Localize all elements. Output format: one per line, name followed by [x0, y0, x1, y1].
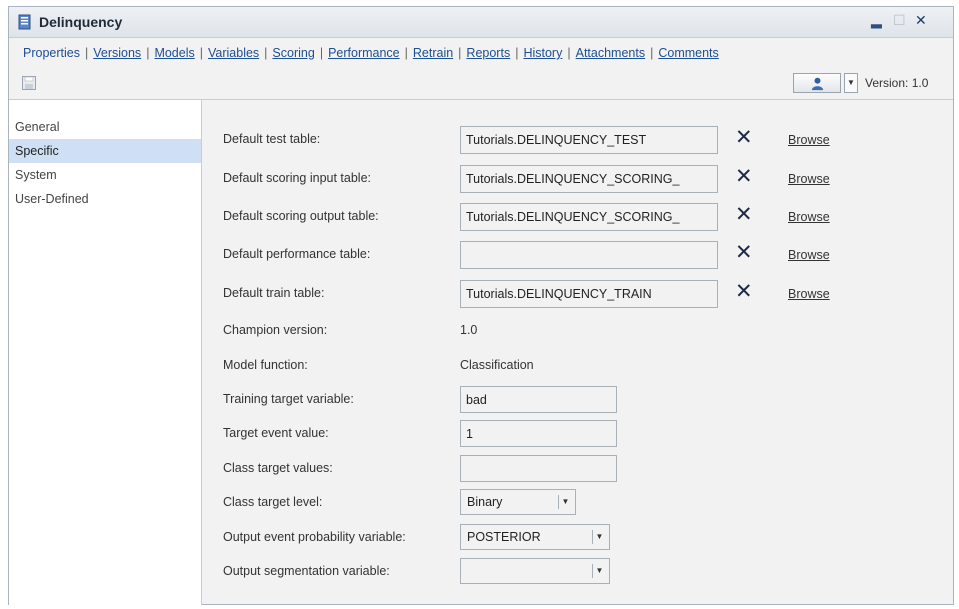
output-event-prob-select[interactable]: POSTERIOR ▼ — [460, 524, 610, 550]
field-label: Default test table: — [223, 132, 321, 146]
window-title: Delinquency — [39, 14, 123, 30]
browse-button[interactable]: Browse — [788, 248, 830, 262]
tab-bar: Properties | Versions | Models | Variables | Sco… — [9, 38, 953, 66]
tab-history[interactable]: History — [523, 46, 562, 60]
field-label: Class target level: — [223, 495, 323, 509]
tab-separator: | — [567, 46, 571, 60]
user-action-button[interactable] — [793, 73, 841, 93]
browse-button[interactable]: Browse — [788, 133, 830, 147]
clear-icon[interactable]: ✕ — [735, 240, 753, 265]
close-icon[interactable]: ✕ — [915, 12, 927, 29]
default-performance-field[interactable] — [460, 241, 718, 269]
sidebar-item-general[interactable]: General — [9, 115, 201, 139]
field-label: Training target variable: — [223, 392, 354, 406]
output-segmentation-select[interactable]: ▼ — [460, 558, 610, 584]
tab-retrain[interactable]: Retrain — [413, 46, 453, 60]
training-target-field[interactable]: bad — [460, 386, 617, 413]
select-value: Binary — [467, 495, 503, 509]
tab-models[interactable]: Models — [154, 46, 194, 60]
browse-button[interactable]: Browse — [788, 210, 830, 224]
tab-separator: | — [264, 46, 268, 60]
field-label: Class target values: — [223, 461, 333, 475]
tab-separator: | — [146, 46, 150, 60]
tab-reports[interactable]: Reports — [466, 46, 510, 60]
tab-properties[interactable]: Properties — [23, 46, 80, 60]
default-scoring-output-field[interactable]: Tutorials.DELINQUENCY_SCORING_ — [460, 203, 718, 231]
field-label: Model function: — [223, 358, 308, 372]
class-target-level-select[interactable]: Binary ▼ — [460, 489, 576, 515]
field-label: Default scoring output table: — [223, 209, 379, 223]
sidebar-item-specific[interactable]: Specific — [9, 139, 201, 163]
field-label: Target event value: — [223, 426, 329, 440]
field-label: Default train table: — [223, 286, 325, 300]
tab-separator: | — [404, 46, 408, 60]
field-label: Output event probability variable: — [223, 530, 406, 544]
default-train-field[interactable]: Tutorials.DELINQUENCY_TRAIN — [460, 280, 718, 308]
champion-version-value: 1.0 — [460, 323, 478, 337]
clear-icon[interactable]: ✕ — [735, 164, 753, 189]
target-event-field[interactable]: 1 — [460, 420, 617, 447]
sidebar-item-user-defined[interactable]: User-Defined — [9, 187, 201, 211]
tab-separator: | — [199, 46, 203, 60]
chevron-down-icon: ▼ — [592, 530, 606, 544]
model-function-value: Classification — [460, 358, 534, 372]
tab-versions[interactable]: Versions — [93, 46, 141, 60]
toolbar: ▼ Version: 1.0 — [9, 67, 953, 100]
default-scoring-input-field[interactable]: Tutorials.DELINQUENCY_SCORING_ — [460, 165, 718, 193]
maximize-icon[interactable]: ☐ — [893, 12, 906, 29]
tab-separator: | — [458, 46, 462, 60]
field-label: Default performance table: — [223, 247, 371, 261]
sidebar: General Specific System User-Defined — [9, 100, 202, 605]
clear-icon[interactable]: ✕ — [735, 279, 753, 304]
tab-comments[interactable]: Comments — [658, 46, 718, 60]
browse-button[interactable]: Browse — [788, 287, 830, 301]
tab-variables[interactable]: Variables — [208, 46, 259, 60]
browse-button[interactable]: Browse — [788, 172, 830, 186]
chevron-down-icon: ▼ — [558, 495, 572, 509]
class-target-values-field[interactable] — [460, 455, 617, 482]
default-test-table-field[interactable]: Tutorials.DELINQUENCY_TEST — [460, 126, 718, 154]
tab-performance[interactable]: Performance — [328, 46, 400, 60]
tab-separator: | — [650, 46, 654, 60]
title-bar: Delinquency ▂ ☐ ✕ — [9, 7, 953, 38]
tab-separator: | — [319, 46, 324, 60]
user-icon — [811, 77, 824, 91]
clear-icon[interactable]: ✕ — [735, 125, 753, 150]
tab-separator: | — [515, 46, 519, 60]
clear-icon[interactable]: ✕ — [735, 202, 753, 227]
tab-separator: | — [84, 46, 89, 60]
version-label: Version: 1.0 — [865, 76, 929, 90]
save-icon[interactable] — [22, 76, 36, 90]
field-label: Champion version: — [223, 323, 328, 337]
tab-scoring[interactable]: Scoring — [272, 46, 314, 60]
chevron-down-icon[interactable]: ▼ — [844, 73, 858, 93]
chevron-down-icon: ▼ — [592, 564, 606, 578]
field-label: Output segmentation variable: — [223, 564, 390, 578]
select-value: POSTERIOR — [467, 530, 541, 544]
field-label: Default scoring input table: — [223, 171, 372, 185]
sidebar-item-system[interactable]: System — [9, 163, 201, 187]
properties-window: Delinquency ▂ ☐ ✕ Properties | Versions | Mo… — [8, 6, 954, 605]
minimize-icon[interactable]: ▂ — [871, 12, 882, 29]
project-icon — [18, 14, 31, 30]
tab-attachments[interactable]: Attachments — [576, 46, 645, 60]
